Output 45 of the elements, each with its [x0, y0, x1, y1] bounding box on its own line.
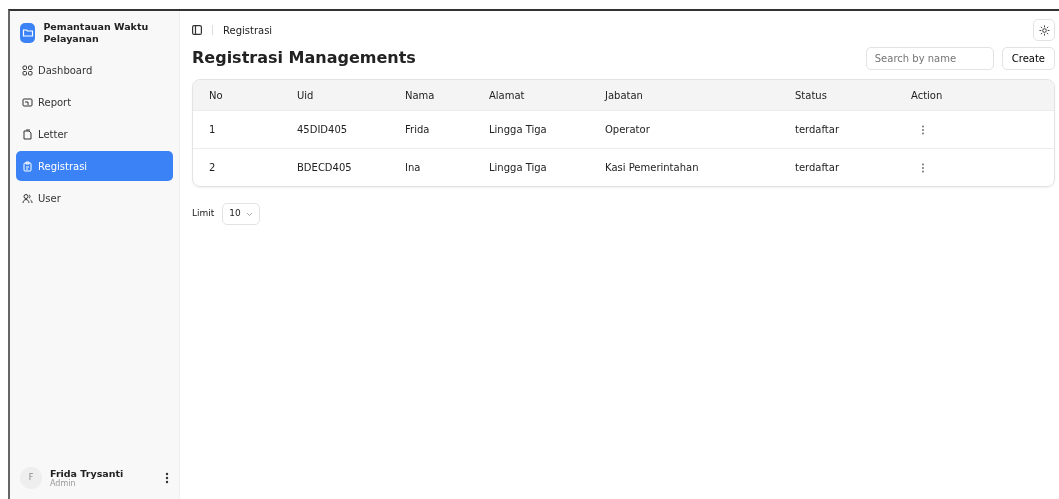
user-avatar: F	[20, 467, 42, 489]
clipboard-icon	[22, 160, 33, 172]
table-cell-text: terdaftar	[795, 123, 840, 137]
table-cell-text: Frida	[405, 123, 431, 137]
users-icon	[22, 192, 33, 204]
table-cell-text: Lingga Tiga	[489, 161, 548, 175]
table-cell-text: Lingga Tiga	[489, 123, 548, 137]
sidebar-item[interactable]: Registrasi	[16, 151, 173, 181]
table-cell-text: Kasi Pemerintahan	[605, 161, 700, 175]
sidebar-toggle-icon[interactable]	[192, 25, 202, 35]
table-cell-text: Ina	[405, 161, 422, 175]
user-name: Frida Trysanti	[50, 467, 125, 479]
column-header: No	[209, 88, 224, 103]
column-header: Status	[795, 88, 828, 103]
sidebar-item[interactable]: Report	[16, 87, 173, 117]
folder-logo-icon	[20, 23, 36, 43]
limit-label: Limit	[192, 207, 215, 221]
more-icon[interactable]	[165, 472, 169, 484]
table-cell-text: Operator	[605, 123, 651, 137]
user-role: Admin	[50, 478, 77, 489]
folder-icon	[22, 96, 33, 108]
sun-icon	[1038, 24, 1050, 36]
document-icon	[22, 128, 33, 140]
table-cell-text: 1	[209, 123, 217, 137]
column-header: Nama	[405, 88, 436, 103]
sidebar-item[interactable]: Letter	[16, 119, 173, 149]
limit-select[interactable]: 10	[222, 203, 260, 225]
breadcrumb[interactable]: Registrasi	[223, 22, 273, 38]
chevron-down-icon	[245, 211, 253, 217]
table-cell-text: terdaftar	[795, 161, 840, 175]
create-button[interactable]: Create	[1001, 46, 1055, 70]
column-header: Action	[911, 88, 944, 103]
sidebar-item[interactable]: User	[16, 183, 173, 213]
column-header: Uid	[297, 88, 315, 103]
column-header: Jabatan	[605, 88, 644, 103]
column-header: Alamat	[489, 88, 526, 103]
page-title: Registrasi Managements	[192, 47, 416, 69]
table-cell-text: 2	[209, 161, 217, 175]
theme-toggle-button[interactable]	[1033, 19, 1055, 41]
table-cell-text: BDECD405	[297, 161, 353, 175]
grid-icon	[22, 64, 33, 76]
sidebar-item[interactable]: Dashboard	[16, 55, 173, 85]
search-field[interactable]: Search by name	[865, 46, 994, 70]
table-cell-text: 45DID405	[297, 123, 349, 137]
app-title: Pemantauan Waktu Pelayanan	[43, 20, 150, 46]
